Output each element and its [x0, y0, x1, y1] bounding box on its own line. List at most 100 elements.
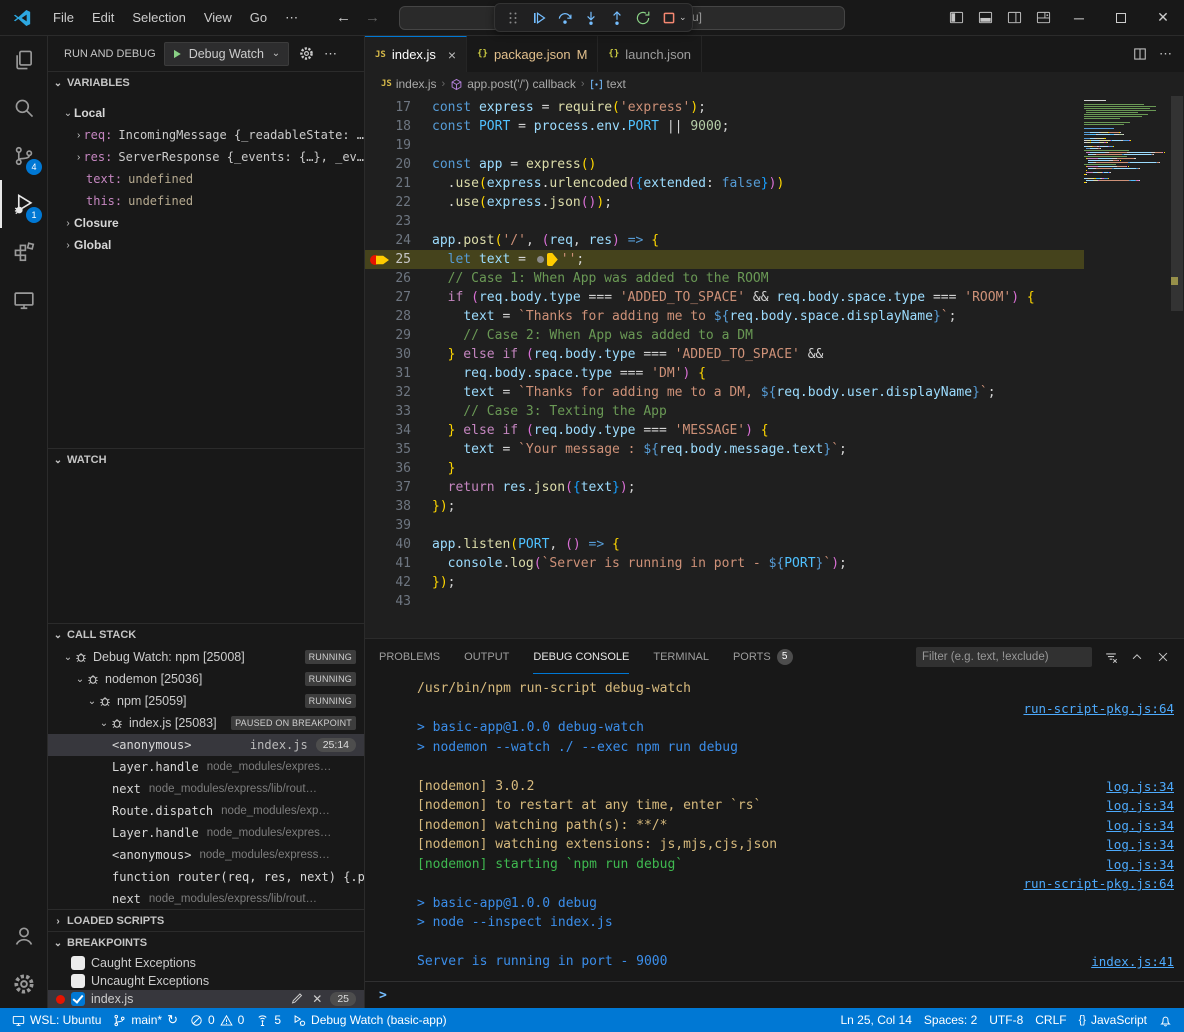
line-number[interactable]: 22 [365, 193, 411, 212]
code-line-29[interactable]: 29 // Case 2: When App was added to a DM [365, 326, 1084, 345]
panel-tab-ports[interactable]: PORTS5 [733, 639, 793, 674]
breakpoint-row[interactable]: index.js✕25 [48, 990, 364, 1008]
code-line-38[interactable]: 38}); [365, 497, 1084, 516]
call-stack-session[interactable]: ⌄index.js [25083]PAUSED ON BREAKPOINT [48, 712, 364, 734]
code-line-24[interactable]: 24app.post('/', (req, res) => { [365, 231, 1084, 250]
line-number[interactable]: 28 [365, 307, 411, 326]
settings-gear-icon[interactable] [0, 960, 47, 1008]
call-stack-frame[interactable]: nextnode_modules/express/lib/rout… [48, 778, 364, 800]
sidebar-item-search[interactable] [0, 84, 47, 132]
code-line-35[interactable]: 35 text = `Your message : ${req.body.mes… [365, 440, 1084, 459]
step-into-icon[interactable] [578, 5, 604, 31]
line-number[interactable]: 33 [365, 402, 411, 421]
toggle-panel-icon[interactable] [971, 0, 1000, 35]
status-item-debug-session[interactable]: Debug Watch (basic-app) [287, 1008, 453, 1032]
line-number[interactable]: 26 [365, 269, 411, 288]
split-editor-icon[interactable] [1133, 47, 1147, 61]
status-item-remote[interactable]: WSL: Ubuntu [6, 1008, 107, 1032]
status-item-ports[interactable]: 5 [250, 1008, 287, 1032]
line-number[interactable]: 36 [365, 459, 411, 478]
sidebar-item-remote-explorer[interactable] [0, 276, 47, 324]
remove-breakpoint-close-icon[interactable]: ✕ [312, 992, 322, 1006]
breadcrumb-item[interactable]: app.post('/') callback [450, 77, 576, 91]
panel-tab-problems[interactable]: PROBLEMS [379, 639, 440, 674]
source-location-link[interactable]: log.js:34 [1106, 777, 1174, 797]
line-number[interactable]: 39 [365, 516, 411, 535]
status-item-encoding[interactable]: UTF-8 [983, 1008, 1029, 1032]
stop-dropdown-chevron-icon[interactable]: ⌄ [679, 12, 687, 23]
breadcrumb-item[interactable]: JSindex.js [381, 77, 437, 91]
close-window-icon[interactable]: ✕ [1142, 0, 1184, 35]
variable-row[interactable]: ›req:IncomingMessage {_readableState: … [48, 124, 364, 146]
variable-row[interactable]: text:undefined [48, 168, 364, 190]
call-stack-frame[interactable]: Layer.handlenode_modules/expres… [48, 756, 364, 778]
code-line-20[interactable]: 20const app = express() [365, 155, 1084, 174]
variable-row[interactable]: this:undefined [48, 190, 364, 212]
continue-icon[interactable] [526, 5, 552, 31]
sidebar-item-source-control[interactable]: 4 [0, 132, 47, 180]
line-number[interactable]: 20 [365, 155, 411, 174]
line-number[interactable]: 32 [365, 383, 411, 402]
code-line-39[interactable]: 39 [365, 516, 1084, 535]
line-number[interactable]: 34 [365, 421, 411, 440]
menu-item-go[interactable]: Go [241, 6, 276, 30]
toggle-secondary-sidebar-icon[interactable] [1000, 0, 1029, 35]
source-location-link[interactable]: index.js:41 [1091, 952, 1174, 972]
code-line-22[interactable]: 22 .use(express.json()); [365, 193, 1084, 212]
sidebar-item-explorer[interactable] [0, 36, 47, 84]
panel-tab-debug-console[interactable]: DEBUG CONSOLE [533, 639, 629, 674]
collapse-panel-chevron-icon[interactable] [1130, 650, 1144, 664]
paused-breakpoint-icon[interactable] [370, 254, 390, 266]
code-line-40[interactable]: 40app.listen(PORT, () => { [365, 535, 1084, 554]
call-stack-frame[interactable]: Layer.handlenode_modules/expres… [48, 822, 364, 844]
loaded-scripts-section-header[interactable]: ›LOADED SCRIPTS [48, 910, 364, 931]
line-number[interactable]: 17 [365, 98, 411, 117]
line-number[interactable]: 23 [365, 212, 411, 231]
line-number[interactable]: 29 [365, 326, 411, 345]
source-location-link[interactable]: log.js:34 [1106, 816, 1174, 836]
status-item-notifications[interactable] [1153, 1008, 1178, 1032]
call-stack-frame[interactable]: <anonymous>node_modules/express… [48, 844, 364, 866]
code-line-31[interactable]: 31 req.body.space.type === 'DM') { [365, 364, 1084, 383]
maximize-icon[interactable] [1100, 0, 1142, 35]
status-item-language[interactable]: {}JavaScript [1073, 1008, 1153, 1032]
close-tab-icon[interactable]: × [448, 47, 456, 63]
sidebar-item-extensions[interactable] [0, 228, 47, 276]
breakpoints-section-header[interactable]: ⌄BREAKPOINTS [48, 932, 364, 954]
breakpoint-row[interactable]: Caught Exceptions [48, 954, 364, 972]
call-stack-section-header[interactable]: ⌄CALL STACK [48, 624, 364, 646]
code-editor[interactable]: 17const express = require('express');18c… [365, 96, 1184, 638]
code-line-32[interactable]: 32 text = `Thanks for adding me to a DM,… [365, 383, 1084, 402]
line-number[interactable]: 41 [365, 554, 411, 573]
sidebar-item-run-and-debug[interactable]: 1 [0, 180, 47, 228]
code-line-21[interactable]: 21 .use(express.urlencoded({extended: fa… [365, 174, 1084, 193]
tab-package-json[interactable]: {}package.jsonM [467, 36, 598, 72]
close-panel-icon[interactable] [1156, 650, 1170, 664]
code-line-30[interactable]: 30 } else if (req.body.type === 'ADDED_T… [365, 345, 1084, 364]
status-item-problems[interactable]: 00 [184, 1008, 250, 1032]
line-number[interactable]: 24 [365, 231, 411, 250]
code-line-17[interactable]: 17const express = require('express'); [365, 98, 1084, 117]
call-stack-frame[interactable]: nextnode_modules/express/lib/rout… [48, 888, 364, 909]
status-item-indentation[interactable]: Spaces: 2 [918, 1008, 983, 1032]
line-number[interactable]: 35 [365, 440, 411, 459]
step-out-icon[interactable] [604, 5, 630, 31]
status-item-branch[interactable]: main*↻ [107, 1008, 184, 1032]
debug-console-input[interactable]: > [365, 981, 1184, 1008]
restart-icon[interactable] [630, 5, 656, 31]
navigate-forward-icon[interactable]: → [365, 9, 380, 26]
breakpoint-checkbox[interactable] [71, 992, 85, 1006]
variables-scope-closure[interactable]: ›Closure [48, 212, 364, 234]
code-line-28[interactable]: 28 text = `Thanks for adding me to ${req… [365, 307, 1084, 326]
minimize-icon[interactable]: ─ [1058, 0, 1100, 35]
tab-index-js[interactable]: JSindex.js× [365, 36, 467, 72]
toggle-primary-sidebar-icon[interactable] [942, 0, 971, 35]
source-location-link[interactable]: run-script-pkg.js:64 [1023, 699, 1174, 719]
breadcrumb-item[interactable]: text [590, 77, 626, 91]
code-line-23[interactable]: 23 [365, 212, 1084, 231]
status-item-eol[interactable]: CRLF [1029, 1008, 1072, 1032]
source-location-link[interactable]: run-script-pkg.js:64 [1023, 874, 1174, 894]
line-number[interactable]: 21 [365, 174, 411, 193]
breakpoint-checkbox[interactable] [71, 974, 85, 988]
line-number[interactable]: 43 [365, 592, 411, 611]
